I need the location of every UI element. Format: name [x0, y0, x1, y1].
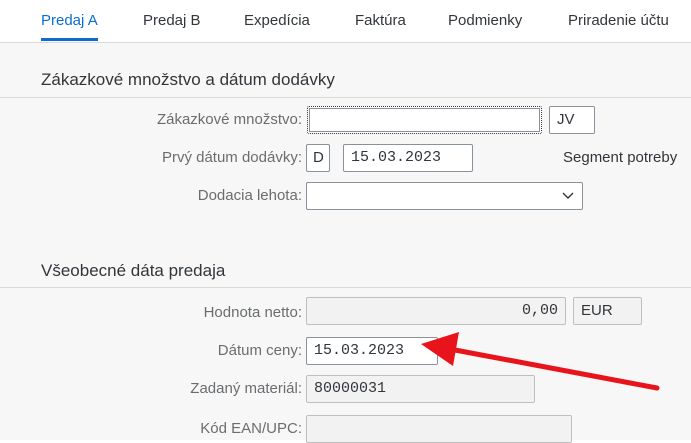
tab-predaj-b[interactable]: Predaj B: [143, 12, 201, 29]
tab-podmienky[interactable]: Podmienky: [448, 12, 522, 29]
price-date-field[interactable]: 15.03.2023: [306, 337, 438, 365]
chevron-down-icon: [562, 192, 574, 199]
material-field: 80000031: [306, 375, 535, 403]
first-delivery-date-field[interactable]: 15.03.2023: [343, 144, 473, 172]
tab-label: Predaj A: [41, 12, 98, 29]
active-tab-indicator: [41, 38, 98, 41]
price-date-label: Dátum ceny:: [217, 342, 302, 359]
date-type-field[interactable]: D: [306, 144, 330, 172]
tab-expedicia[interactable]: Expedícia: [244, 12, 310, 29]
tab-bar: Predaj A Predaj B Expedícia Faktúra Podm…: [0, 0, 691, 43]
first-delivery-date-label: Prvý dátum dodávky:: [161, 149, 302, 166]
tab-label: Priradenie účtu: [568, 12, 669, 29]
order-quantity-field[interactable]: [307, 106, 542, 134]
currency-field: EUR: [573, 297, 642, 325]
tab-label: Predaj B: [143, 12, 201, 29]
ean-field: [306, 415, 572, 443]
delivery-time-label: Dodacia lehota:: [197, 187, 302, 204]
tab-priradenie-uctu[interactable]: Priradenie účtu: [568, 12, 669, 29]
material-label: Zadaný materiál:: [190, 380, 302, 397]
section-divider: [0, 97, 691, 98]
segment-label: Segment potreby: [563, 149, 678, 166]
ean-label: Kód EAN/UPC:: [200, 420, 302, 437]
section-title-quantity-date: Zákazkové množstvo a dátum dodávky: [41, 70, 335, 89]
tab-label: Expedícia: [244, 12, 310, 29]
tab-label: Podmienky: [448, 12, 523, 29]
net-value-field: 0,00: [306, 297, 566, 325]
form-content: Zákazkové množstvo a dátum dodávky Zákaz…: [0, 43, 691, 443]
net-value-label: Hodnota netto:: [203, 304, 302, 321]
section-title-general-sales: Všeobecné dáta predaja: [41, 261, 226, 280]
quantity-unit-field[interactable]: JV: [549, 106, 595, 134]
section-divider: [0, 287, 691, 288]
delivery-time-dropdown[interactable]: [306, 182, 583, 210]
tab-predaj-a[interactable]: Predaj A: [41, 12, 98, 41]
tab-faktura[interactable]: Faktúra: [355, 12, 406, 29]
order-quantity-label: Zákazkové množstvo:: [156, 111, 302, 128]
tab-label: Faktúra: [355, 12, 406, 29]
